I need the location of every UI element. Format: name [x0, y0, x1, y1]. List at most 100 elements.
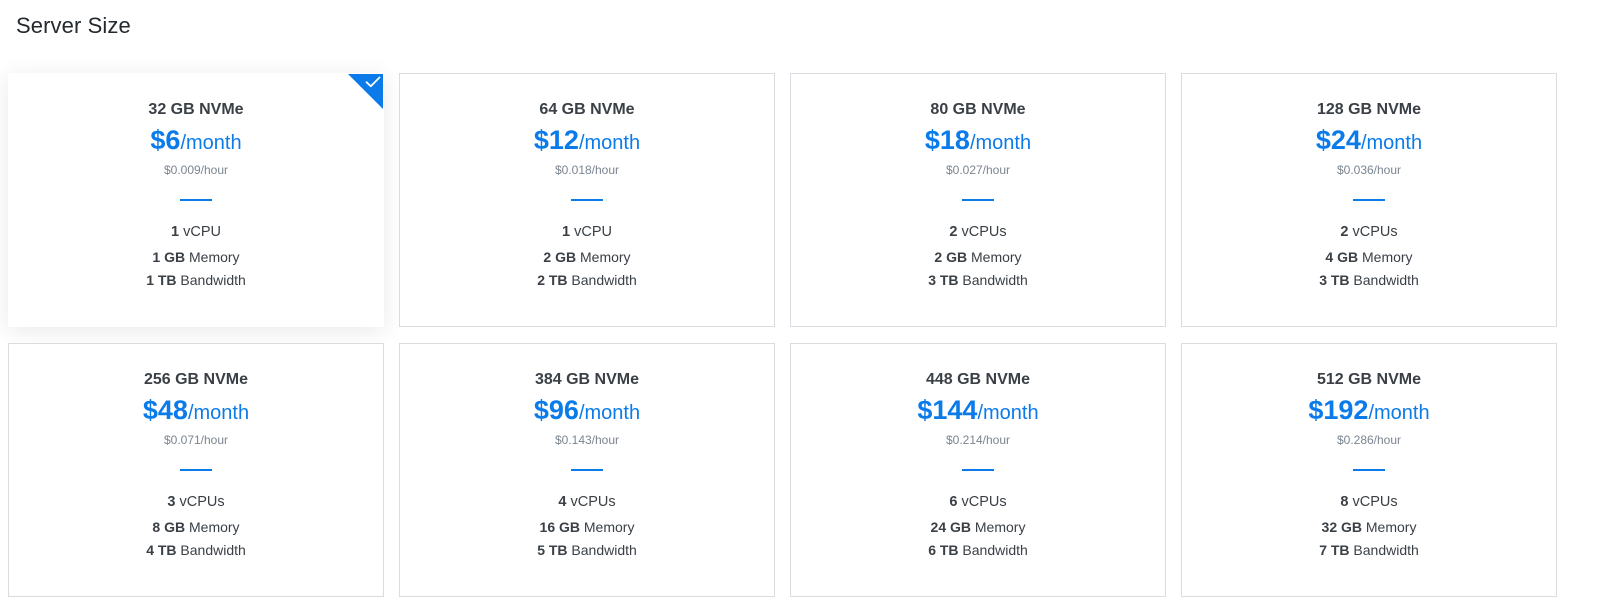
plan-divider — [180, 199, 212, 201]
plan-cpu-label: vCPUs — [961, 494, 1007, 510]
plan-cpu-count: 4 — [558, 494, 567, 510]
plan-memory: 32 GB Memory — [1182, 519, 1556, 535]
plan-bandwidth-label: Bandwidth — [571, 272, 637, 288]
plan-cpu: 2 vCPUs — [791, 224, 1165, 240]
plan-card[interactable]: 512 GB NVMe $192/month $0.286/hour 8 vCP… — [1181, 343, 1557, 597]
plan-bandwidth-amount: 1 TB — [146, 272, 177, 288]
plan-memory-label: Memory — [1365, 519, 1417, 535]
plan-hourly-price: $0.027/hour — [945, 163, 1011, 177]
plan-card[interactable]: 128 GB NVMe $24/month $0.036/hour 2 vCPU… — [1181, 73, 1557, 327]
plan-price-amount: $96 — [533, 395, 579, 425]
plan-bandwidth: 3 TB Bandwidth — [1182, 272, 1556, 288]
plan-memory: 24 GB Memory — [791, 519, 1165, 535]
plan-memory-label: Memory — [974, 519, 1026, 535]
plan-bandwidth-label: Bandwidth — [571, 542, 637, 558]
plan-bandwidth: 6 TB Bandwidth — [791, 542, 1165, 558]
plan-cpu: 1 vCPU — [9, 224, 383, 240]
plan-price-period: /month — [578, 132, 641, 154]
plan-divider — [962, 469, 994, 471]
plan-card[interactable]: 64 GB NVMe $12/month $0.018/hour 1 vCPU … — [399, 73, 775, 327]
plan-bandwidth-label: Bandwidth — [180, 272, 246, 288]
plan-cpu-label: vCPU — [574, 224, 612, 240]
plan-bandwidth: 5 TB Bandwidth — [400, 542, 774, 558]
plan-memory: 4 GB Memory — [1182, 249, 1556, 265]
plan-hourly-price: $0.071/hour — [163, 433, 229, 447]
plan-price-period: /month — [1360, 132, 1423, 154]
plan-price: $192/month — [1182, 397, 1556, 424]
plan-price: $6/month — [9, 127, 383, 154]
plan-cpu-label: vCPU — [183, 224, 221, 240]
plan-card[interactable]: 448 GB NVMe $144/month $0.214/hour 6 vCP… — [790, 343, 1166, 597]
plan-hourly-price: $0.018/hour — [554, 163, 620, 177]
plan-bandwidth: 1 TB Bandwidth — [9, 272, 383, 288]
plan-hourly-price: $0.286/hour — [1336, 433, 1402, 447]
plan-disk: 64 GB NVMe — [539, 101, 635, 118]
plan-cpu-count: 1 — [562, 224, 571, 240]
plan-card[interactable]: 256 GB NVMe $48/month $0.071/hour 3 vCPU… — [8, 343, 384, 597]
plan-price-period: /month — [977, 402, 1039, 424]
plan-memory-amount: 32 GB — [1321, 519, 1362, 535]
plan-disk: 384 GB NVMe — [534, 371, 640, 388]
plan-memory: 16 GB Memory — [400, 519, 774, 535]
plan-hourly-price: $0.214/hour — [945, 433, 1011, 447]
plan-bandwidth-label: Bandwidth — [180, 542, 246, 558]
plan-bandwidth-label: Bandwidth — [962, 272, 1028, 288]
plan-cpu-label: vCPUs — [179, 494, 225, 510]
plan-bandwidth: 4 TB Bandwidth — [9, 542, 383, 558]
plan-memory-label: Memory — [189, 249, 240, 265]
plan-memory-amount: 24 GB — [930, 519, 971, 535]
plan-cpu-count: 2 — [949, 224, 958, 240]
plan-cpu-count: 2 — [1340, 224, 1349, 240]
section-title: Server Size — [16, 13, 131, 38]
plan-bandwidth: 3 TB Bandwidth — [791, 272, 1165, 288]
plan-price-amount: $12 — [533, 125, 579, 155]
plan-memory-label: Memory — [583, 519, 635, 535]
plan-divider — [1353, 199, 1385, 201]
plan-price: $18/month — [791, 127, 1165, 154]
plan-cpu-label: vCPUs — [1352, 224, 1398, 240]
plan-bandwidth-label: Bandwidth — [1353, 272, 1419, 288]
plan-price-amount: $18 — [924, 125, 970, 155]
plan-disk: 448 GB NVMe — [925, 371, 1031, 388]
plan-card[interactable]: 32 GB NVMe $6/month $0.009/hour 1 vCPU 1… — [8, 73, 384, 327]
plan-cpu: 3 vCPUs — [9, 494, 383, 510]
plan-memory-label: Memory — [580, 249, 631, 265]
plan-memory: 8 GB Memory — [9, 519, 383, 535]
plan-cpu: 2 vCPUs — [1182, 224, 1556, 240]
plan-price-amount: $48 — [142, 395, 188, 425]
plan-disk: 512 GB NVMe — [1316, 371, 1422, 388]
plan-price-amount: $24 — [1315, 125, 1361, 155]
plan-bandwidth-label: Bandwidth — [962, 542, 1028, 558]
plan-memory: 2 GB Memory — [791, 249, 1165, 265]
plan-cpu: 1 vCPU — [400, 224, 774, 240]
plan-card[interactable]: 80 GB NVMe $18/month $0.027/hour 2 vCPUs… — [790, 73, 1166, 327]
plan-divider — [571, 199, 603, 201]
plan-bandwidth: 2 TB Bandwidth — [400, 272, 774, 288]
plan-price-amount: $192 — [1308, 395, 1369, 425]
plan-bandwidth-amount: 2 TB — [537, 272, 568, 288]
plan-cpu: 8 vCPUs — [1182, 494, 1556, 510]
plan-memory-amount: 2 GB — [543, 249, 577, 265]
plan-bandwidth-amount: 3 TB — [928, 272, 959, 288]
selected-check-icon — [348, 74, 383, 109]
plan-divider — [571, 469, 603, 471]
plan-memory-amount: 1 GB — [152, 249, 186, 265]
plan-price-period: /month — [578, 402, 641, 424]
plan-price-amount: $144 — [917, 395, 978, 425]
plan-bandwidth-amount: 4 TB — [146, 542, 177, 558]
plan-cpu-label: vCPUs — [570, 494, 616, 510]
plan-bandwidth-label: Bandwidth — [1353, 542, 1419, 558]
plan-price-period: /month — [969, 132, 1032, 154]
plan-hourly-price: $0.036/hour — [1336, 163, 1402, 177]
plan-price: $144/month — [791, 397, 1165, 424]
plan-bandwidth-amount: 6 TB — [928, 542, 959, 558]
plan-hourly-price: $0.009/hour — [163, 163, 229, 177]
plan-hourly-price: $0.143/hour — [554, 433, 620, 447]
plan-cpu-count: 8 — [1340, 494, 1349, 510]
plan-bandwidth-amount: 3 TB — [1319, 272, 1350, 288]
plan-cpu: 6 vCPUs — [791, 494, 1165, 510]
plan-bandwidth-amount: 5 TB — [537, 542, 568, 558]
plan-memory-amount: 16 GB — [539, 519, 580, 535]
plan-bandwidth-amount: 7 TB — [1319, 542, 1350, 558]
plan-card[interactable]: 384 GB NVMe $96/month $0.143/hour 4 vCPU… — [399, 343, 775, 597]
